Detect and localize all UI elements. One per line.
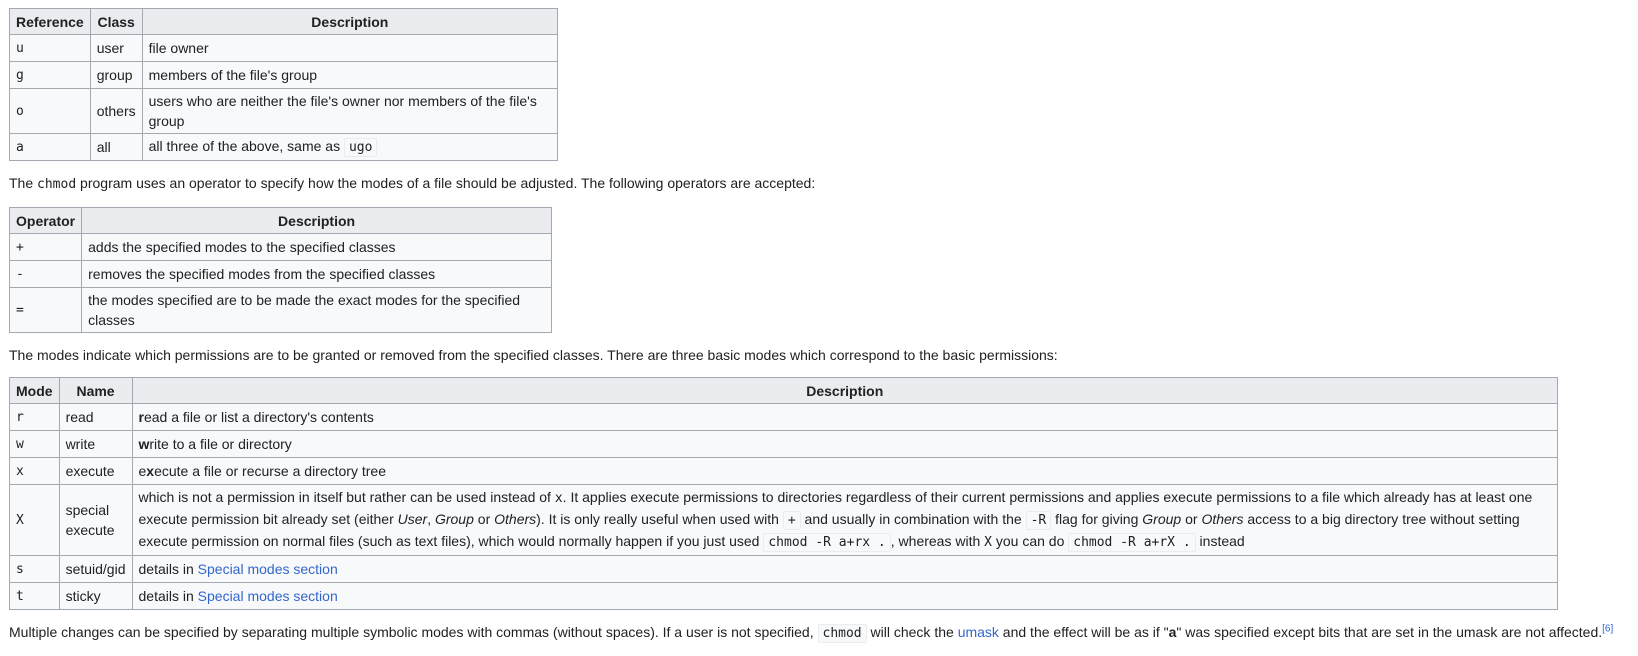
inline-code: chmod [817, 624, 867, 643]
paragraph-operators-intro: The chmod program uses an operator to sp… [9, 175, 816, 192]
name-cell: read [58, 403, 133, 431]
paragraph-modes-intro: The modes indicate which permissions are… [9, 347, 1058, 363]
inline-code: x [554, 491, 563, 506]
table-header-row: Reference Class Description [9, 8, 559, 35]
column-header-description: Description [81, 207, 552, 234]
mode-cell: w [9, 430, 60, 458]
mode-cell: t [9, 582, 60, 610]
description-cell: details in Special modes section [131, 582, 1558, 610]
column-header-class: Class [89, 8, 143, 35]
class-cell: others [89, 88, 143, 134]
reference-link[interactable]: [6] [1602, 623, 1613, 634]
table-header-row: Mode Name Description [9, 377, 1558, 404]
name-cell: setuid/gid [58, 555, 133, 583]
table-row: - removes the specified modes from the s… [8, 260, 552, 288]
class-cell: group [89, 61, 143, 89]
table-row: u user file owner [9, 34, 559, 62]
description-cell: read a file or list a directory's conten… [131, 403, 1558, 431]
description-cell: all three of the above, same as ugo [141, 133, 559, 161]
mode-cell: X [9, 484, 60, 556]
article-content: Reference Class Description u user file … [8, 8, 1629, 656]
inline-code: chmod [37, 177, 77, 192]
description-cell: removes the specified modes from the spe… [81, 260, 552, 288]
paragraph-multiple-changes: Multiple changes can be specified by sep… [9, 623, 1614, 643]
umask-link[interactable]: umask [958, 624, 999, 640]
name-cell: sticky [58, 582, 133, 610]
mode-cell: s [9, 555, 60, 583]
reference-cell: a [9, 133, 91, 161]
mode-table: Mode Name Description r read read a file… [9, 377, 1558, 610]
description-cell: adds the specified modes to the specifie… [81, 233, 552, 261]
table-row: + adds the specified modes to the specif… [8, 233, 552, 261]
class-cell: user [89, 34, 143, 62]
inline-code: chmod -R a+rX . [1068, 533, 1196, 552]
table-row: X special execute which is not a permissi… [9, 484, 1558, 556]
special-modes-link[interactable]: Special modes section [198, 561, 338, 577]
column-header-mode: Mode [9, 377, 60, 404]
inline-code: -R [1025, 511, 1052, 530]
operator-cell: = [8, 287, 83, 333]
table-header-row: Operator Description [8, 207, 552, 234]
description-cell: write to a file or directory [131, 430, 1558, 458]
reference-class-table: Reference Class Description u user file … [9, 8, 559, 161]
table-row: x execute execute a file or recurse a di… [9, 457, 1558, 485]
name-cell: special execute [58, 484, 133, 556]
inline-code: ugo [343, 138, 378, 157]
description-cell: file owner [141, 34, 559, 62]
mode-cell: x [9, 457, 60, 485]
operator-cell: - [8, 260, 83, 288]
description-cell: which is not a permission in itself but … [131, 484, 1558, 556]
column-header-description: Description [141, 8, 559, 35]
table-row: w write write to a file or directory [9, 430, 1558, 458]
table-row: t sticky details in Special modes sectio… [9, 582, 1558, 610]
reference-cell: g [9, 61, 91, 89]
table-row: o others users who are neither the file'… [9, 88, 559, 134]
reference-cell: o [9, 88, 91, 134]
description-cell: the modes specified are to be made the e… [81, 287, 552, 333]
operator-table: Operator Description + adds the specifie… [8, 207, 552, 333]
table-row: s setuid/gid details in Special modes se… [9, 555, 1558, 583]
name-cell: execute [58, 457, 133, 485]
table-row: r read read a file or list a directory's… [9, 403, 1558, 431]
column-header-name: Name [58, 377, 133, 404]
special-modes-link[interactable]: Special modes section [198, 588, 338, 604]
table-row: = the modes specified are to be made the… [8, 287, 552, 333]
operator-cell: + [8, 233, 83, 261]
inline-code: chmod -R a+rx . [763, 533, 891, 552]
column-header-description: Description [131, 377, 1558, 404]
mode-cell: r [9, 403, 60, 431]
inline-code: X [984, 535, 992, 550]
description-cell: execute a file or recurse a directory tr… [131, 457, 1558, 485]
column-header-operator: Operator [8, 207, 83, 234]
description-cell: details in Special modes section [131, 555, 1558, 583]
table-row: a all all three of the above, same as ug… [9, 133, 559, 161]
reference-cell: u [9, 34, 91, 62]
description-cell: members of the file's group [141, 61, 559, 89]
class-cell: all [89, 133, 143, 161]
description-cell: users who are neither the file's owner n… [141, 88, 559, 134]
inline-code: + [782, 511, 801, 530]
table-row: g group members of the file's group [9, 61, 559, 89]
column-header-reference: Reference [9, 8, 91, 35]
name-cell: write [58, 430, 133, 458]
